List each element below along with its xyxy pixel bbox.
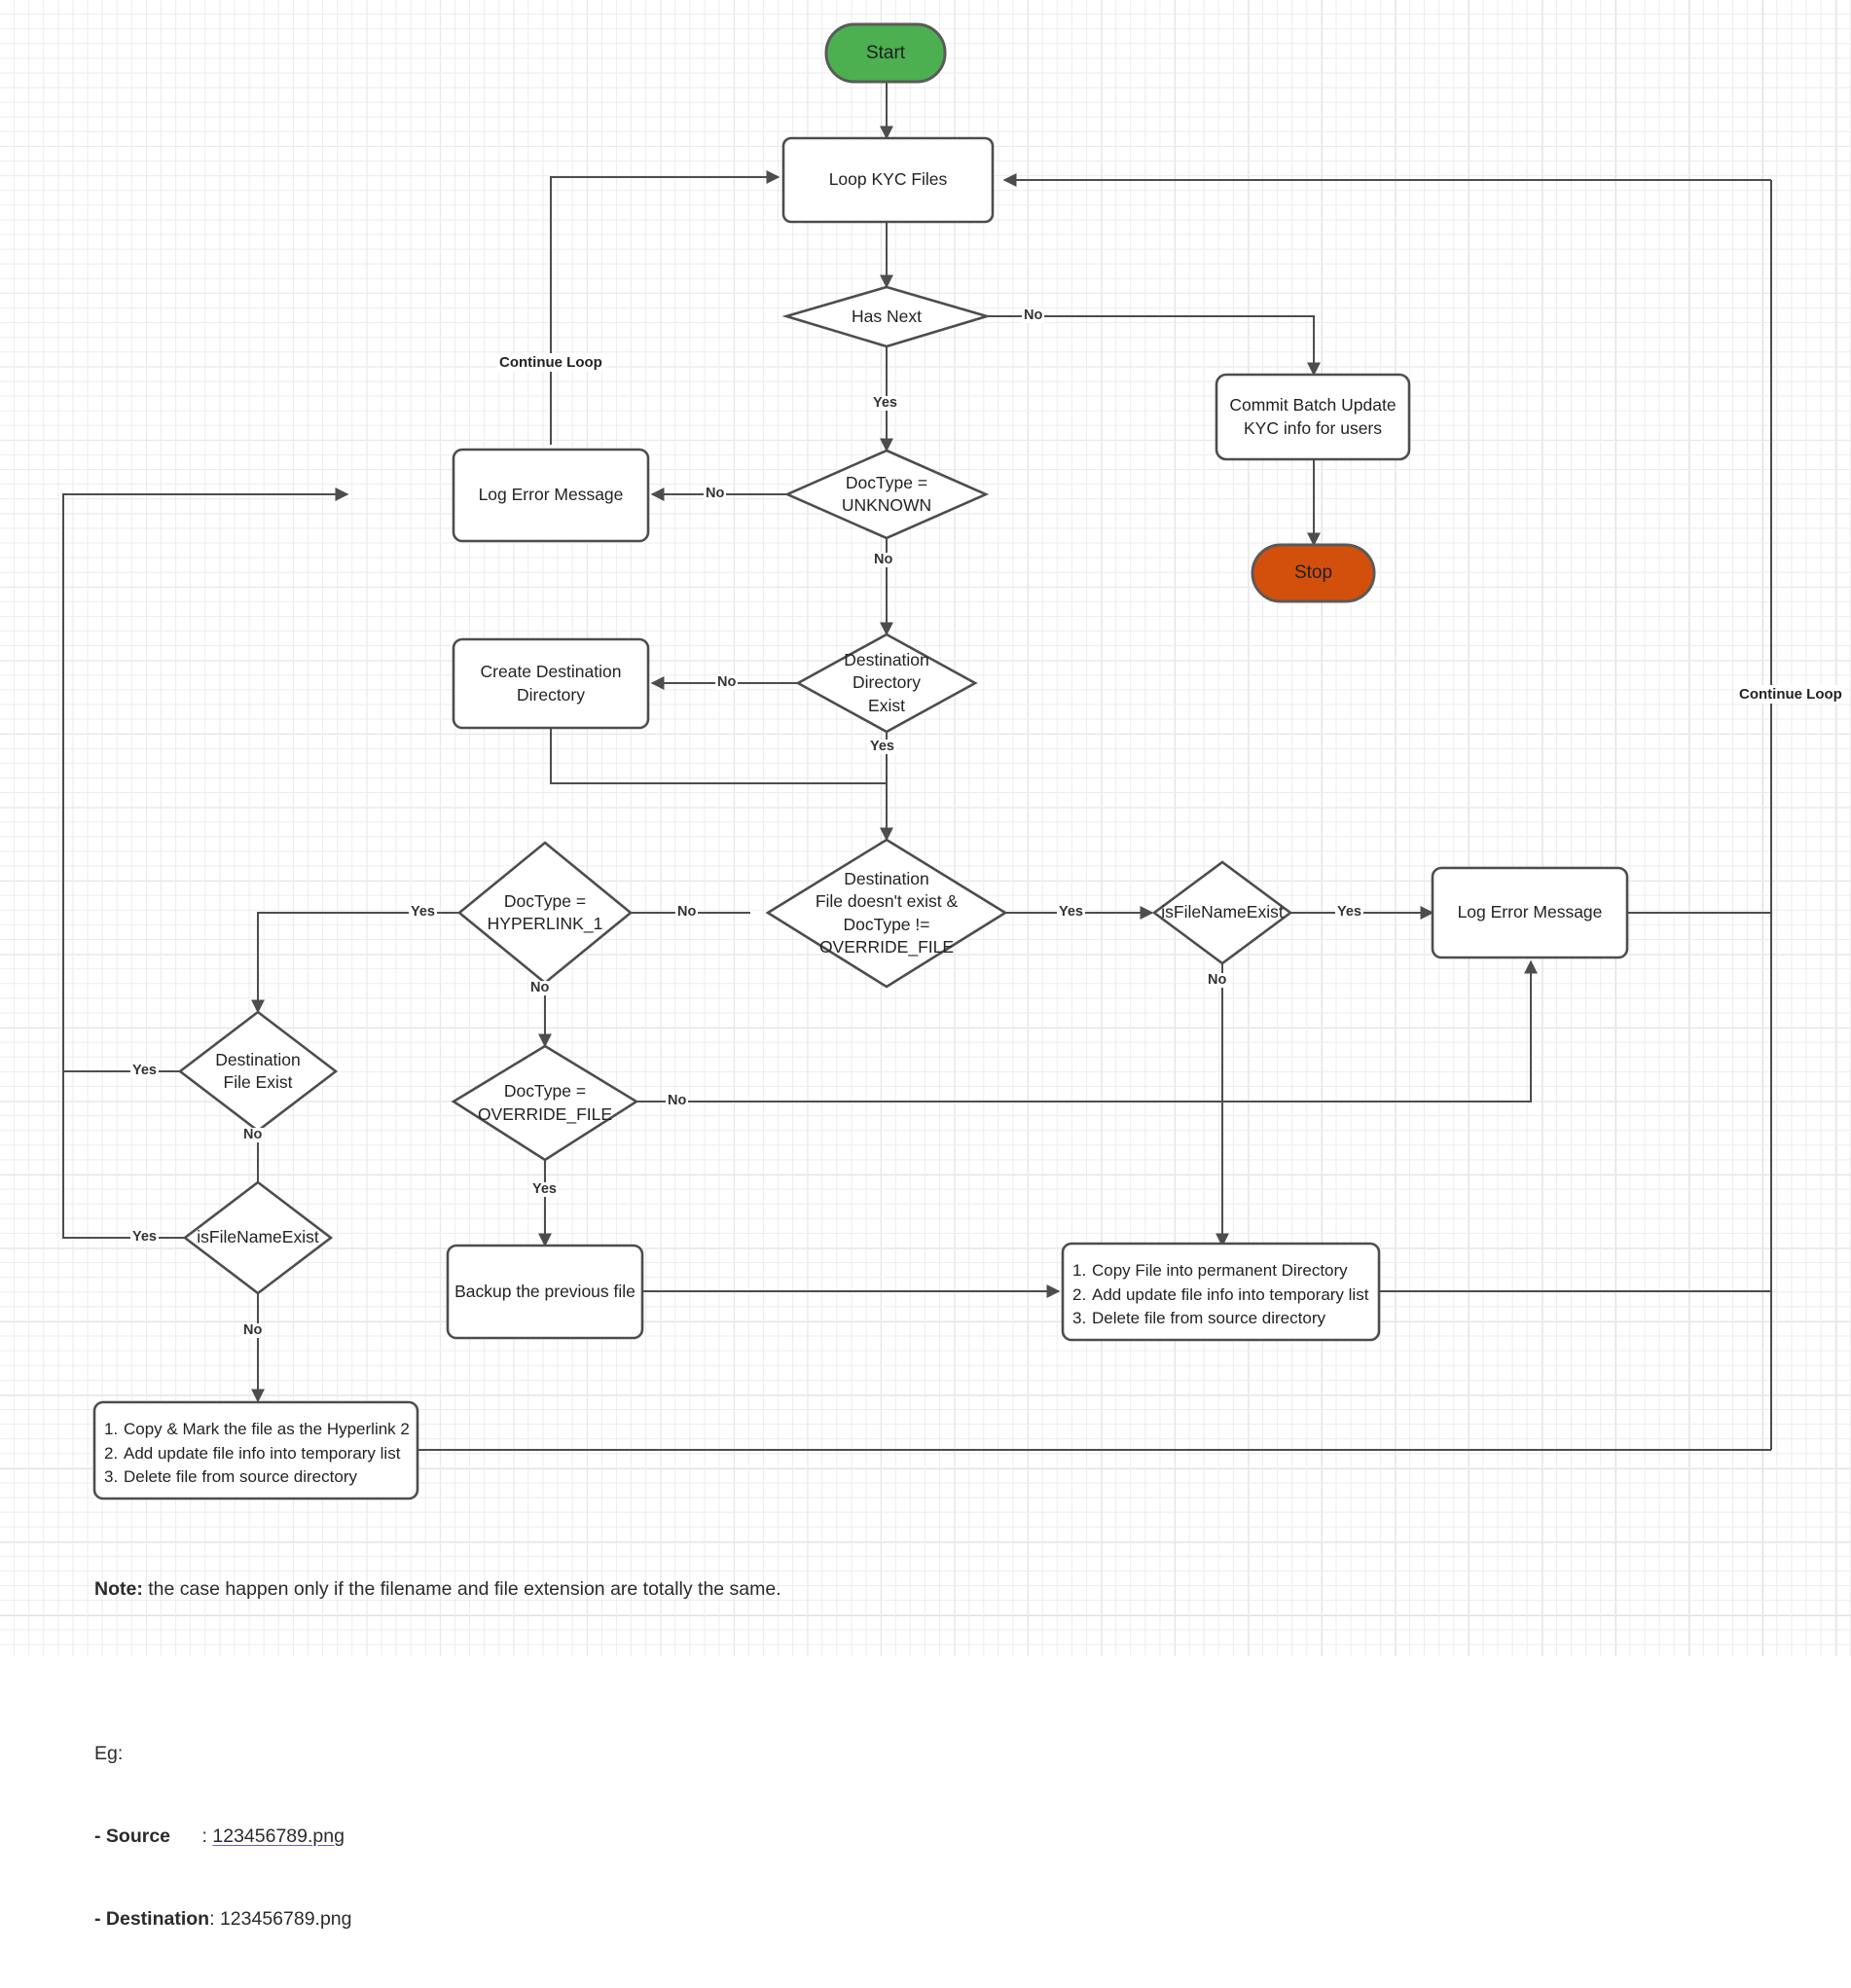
edge-label-hyperlink1-no: No [528, 980, 552, 995]
edge-label-filecheck-no: No [675, 904, 699, 920]
edge-label-override-yes: Yes [530, 1181, 559, 1197]
copy-hyperlink-step-3: 3. Delete file from source directory [104, 1467, 357, 1487]
continue-loop-label-left: Continue Loop [496, 353, 605, 372]
copy-hyperlink-step-1: 1. Copy & Mark the file as the Hyperlink … [104, 1420, 410, 1438]
copy-hyperlink-step-2: 2. Add update file info into temporary li… [104, 1443, 401, 1463]
node-copy-permanent-steps[interactable]: 1. Copy File into permanent Directory 2. A… [1072, 1259, 1379, 1331]
edge-label-unknown-no-left: No [704, 486, 727, 501]
node-create-dest-dir-shape [452, 637, 650, 730]
flowchart-canvas: Start Loop KYC Files Has Next Commit Bat… [0, 0, 1851, 1930]
edge-label-leftfilename-yes: Yes [130, 1229, 159, 1245]
edge-label-rightfilename-no: No [1206, 972, 1229, 988]
node-is-filename-exist-left-shape [182, 1180, 334, 1295]
edge-label-destfileexist-yes: Yes [130, 1063, 159, 1078]
node-doctype-hyperlink1-shape [456, 841, 634, 985]
node-copy-hyperlink-steps[interactable]: 1. Copy & Mark the file as the Hyperlink … [104, 1418, 417, 1490]
edge-label-unknown-no-down: No [872, 552, 895, 567]
note-spacer [94, 1657, 781, 1684]
edge-label-filecheck-yes: Yes [1057, 904, 1085, 920]
node-start-shape [824, 22, 947, 84]
note-source-line: - Source : 123456789.png [94, 1823, 781, 1850]
notes-block: Note: the case happen only if the filena… [94, 1520, 781, 1988]
node-stop-shape [1251, 543, 1376, 603]
edge-logerror1-continue-loop [550, 170, 780, 445]
node-dest-file-exist-shape [177, 1010, 339, 1133]
node-backup-shape [446, 1244, 644, 1340]
edge-label-override-no: No [666, 1093, 689, 1108]
node-dest-file-check-shape [765, 838, 1008, 989]
note-body: the case happen only if the filename and… [142, 1577, 781, 1600]
edge-label-has-next-no: No [1022, 307, 1045, 323]
edge-leftfilename-yes [62, 1071, 185, 1239]
node-doctype-unknown-shape [783, 449, 990, 540]
edge-label-destfileexist-no: No [241, 1127, 265, 1142]
edge-label-destdir-no: No [715, 674, 739, 690]
edge-destfileexist-yes [62, 493, 336, 1072]
node-loop-kyc-shape [781, 136, 995, 224]
destination-value: 123456789.png [219, 1907, 352, 1930]
edge-label-leftfilename-no: No [241, 1322, 265, 1338]
edges-layer [62, 22, 1772, 1500]
copy-permanent-step-1: 1. Copy File into permanent Directory [1072, 1261, 1348, 1280]
note-eg-label: Eg: [94, 1743, 124, 1765]
destination-sep: : [209, 1907, 220, 1930]
node-log-error-1-shape [452, 448, 650, 543]
source-sep: : [170, 1825, 213, 1847]
source-label: - Source [94, 1825, 171, 1847]
note-prefix: Note: [94, 1577, 143, 1600]
continue-loop-label-right: Continue Loop [1736, 685, 1845, 704]
copy-permanent-step-3: 3. Delete file from source directory [1072, 1309, 1325, 1328]
edge-label-hyperlink1-yes: Yes [409, 904, 437, 920]
edge-hyperlink1-yes [251, 912, 494, 1014]
edge-label-has-next-yes: Yes [871, 395, 899, 411]
node-has-next-shape [781, 285, 992, 348]
node-commit-shape [1215, 373, 1411, 461]
source-value-link[interactable]: 123456789.png [212, 1825, 345, 1847]
copy-permanent-step-2: 2. Add update file info into temporary li… [1072, 1284, 1369, 1304]
node-doctype-override-shape [451, 1044, 639, 1162]
edge-hasnext-no [987, 315, 1321, 377]
node-dest-dir-exist-shape [795, 633, 978, 734]
edge-createdir-merge [550, 728, 887, 784]
edge-label-destdir-yes: Yes [868, 739, 896, 754]
node-is-filename-exist-right-shape [1151, 860, 1293, 965]
edge-override-no [623, 959, 1538, 1102]
note-line: Note: the case happen only if the filena… [94, 1575, 781, 1603]
node-log-error-2-shape [1431, 866, 1629, 959]
destination-label: - Destination [94, 1907, 210, 1930]
note-destination-line: - Destination: 123456789.png [94, 1905, 781, 1933]
edge-label-rightfilename-yes: Yes [1335, 904, 1363, 920]
